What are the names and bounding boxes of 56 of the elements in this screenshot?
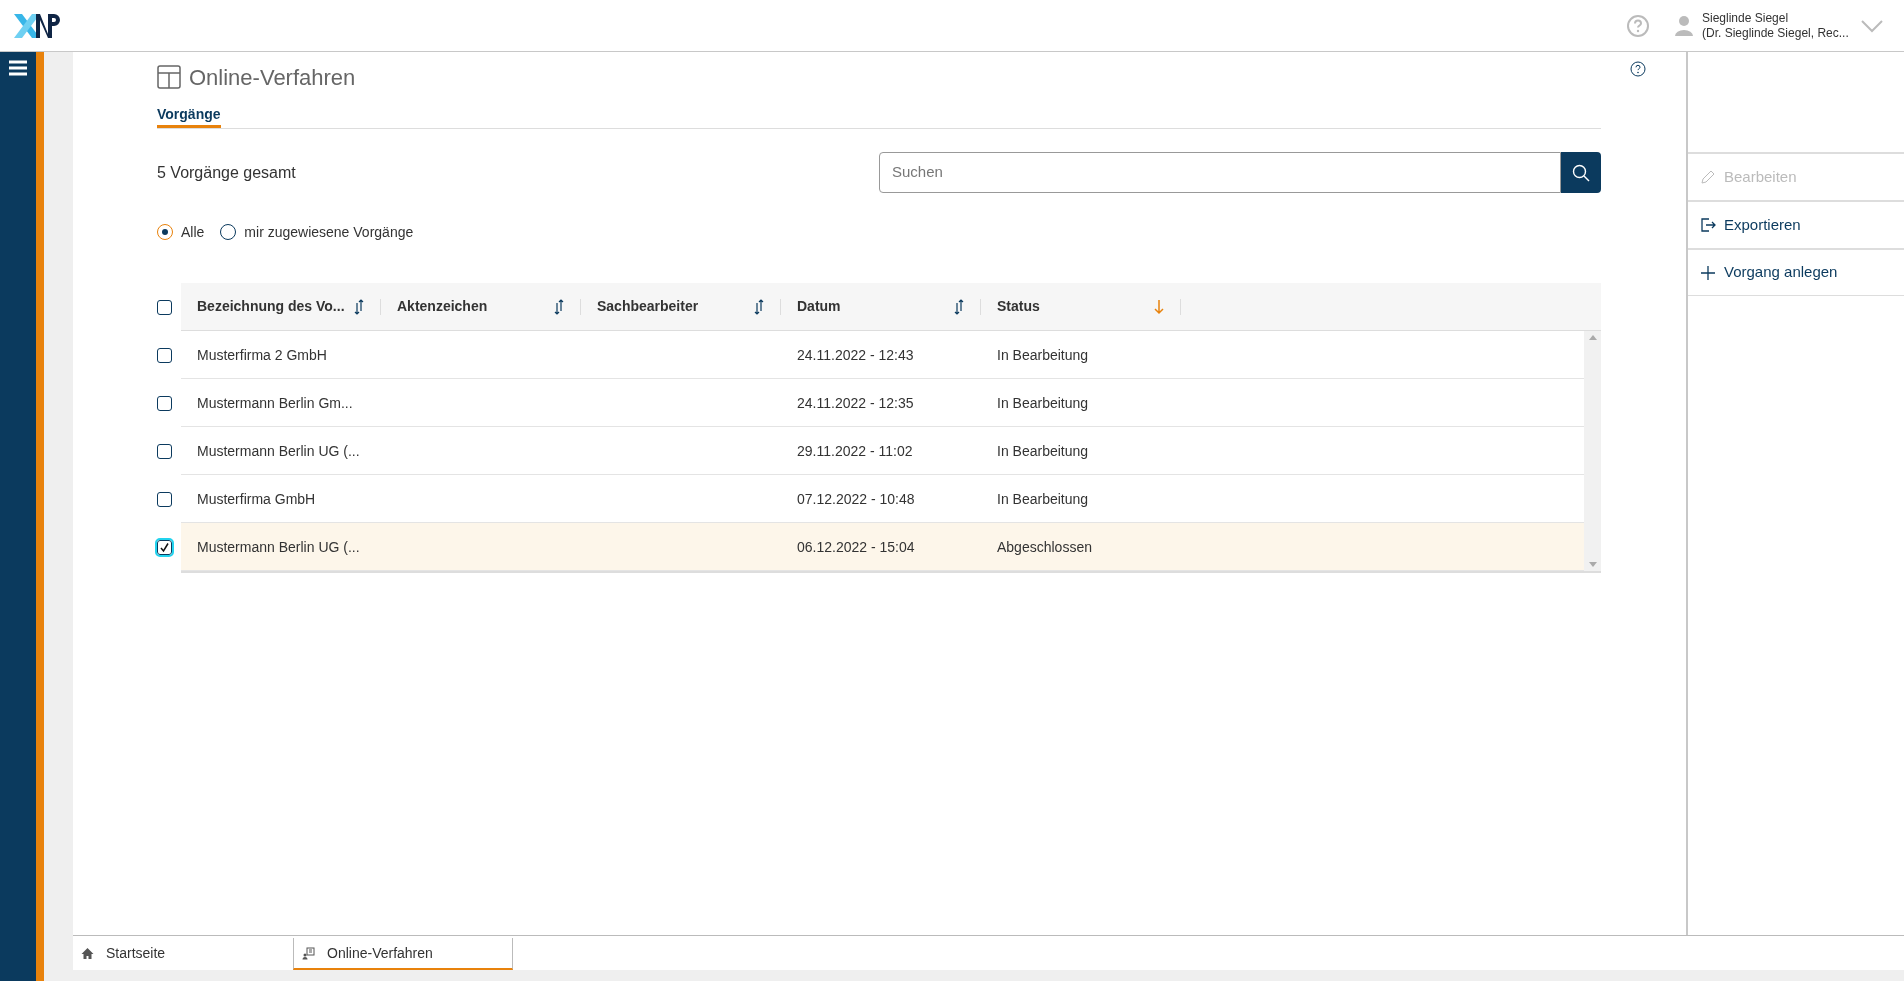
- table-cell: Mustermann Berlin UG (...: [197, 442, 360, 459]
- bottom-tab[interactable]: Online-Verfahren: [293, 938, 513, 970]
- export-icon: [1700, 217, 1716, 233]
- table-row[interactable]: Mustermann Berlin UG (... 06.12.2022 - 15:04 Abgeschlossen: [181, 523, 1584, 571]
- table-layout-icon: [157, 65, 181, 89]
- checkbox[interactable]: [157, 443, 172, 459]
- search-field[interactable]: Suchen: [879, 152, 1561, 193]
- checkbox[interactable]: [157, 539, 172, 555]
- table-cell: In Bearbeitung: [997, 442, 1089, 459]
- table-cell: 29.11.2022 - 11:02: [797, 442, 913, 459]
- table-cell: 06.12.2022 - 15:04: [797, 538, 915, 555]
- user-icon: [1674, 14, 1694, 37]
- sort-icon: [954, 298, 964, 315]
- page-title: Online-Verfahren: [189, 63, 356, 92]
- table-cell: Musterfirma GmbH: [197, 490, 316, 507]
- checkbox[interactable]: [157, 299, 172, 315]
- action-button[interactable]: Vorgang anlegen: [1688, 248, 1904, 296]
- column-header[interactable]: Status: [997, 296, 1040, 317]
- tab[interactable]: Vorgänge: [157, 104, 221, 128]
- column-header[interactable]: Datum: [797, 296, 841, 317]
- logo: [12, 11, 60, 40]
- column-header[interactable]: Sachbearbeiter: [597, 296, 699, 317]
- plus-icon: [1700, 264, 1716, 281]
- sort-icon: [554, 298, 564, 315]
- column-header[interactable]: Bezeichnung des Vo...: [197, 296, 345, 317]
- table-cell: Mustermann Berlin Gm...: [197, 394, 353, 411]
- table-cell: In Bearbeitung: [997, 490, 1089, 507]
- pencil-icon: [1700, 169, 1716, 185]
- checkbox[interactable]: [157, 347, 172, 363]
- user-detail: (Dr. Sieglinde Siegel, Rec...: [1702, 25, 1850, 41]
- record-count: 5 Vorgänge gesamt: [157, 162, 296, 183]
- home-icon: [81, 946, 94, 960]
- sort-down-icon: [1154, 298, 1164, 315]
- form-icon: [302, 946, 315, 960]
- search-icon: [1572, 163, 1590, 182]
- table-cell: Abgeschlossen: [997, 538, 1092, 555]
- sort-icon: [754, 298, 764, 315]
- search-button[interactable]: [1561, 152, 1601, 193]
- menu-icon[interactable]: [9, 60, 27, 76]
- table-cell: 24.11.2022 - 12:35: [797, 394, 914, 411]
- column-header[interactable]: Aktenzeichen: [397, 296, 488, 317]
- sort-icon: [354, 298, 364, 315]
- radio-label: Alle: [181, 222, 205, 242]
- table-cell: 07.12.2022 - 10:48: [797, 490, 915, 507]
- table-cell: In Bearbeitung: [997, 394, 1089, 411]
- radio-label: mir zugewiesene Vorgänge: [244, 222, 414, 242]
- checkmark-icon: [159, 541, 170, 553]
- action-button[interactable]: Exportieren: [1688, 200, 1904, 248]
- table-cell: Musterfirma 2 GmbH: [197, 346, 327, 363]
- checkbox[interactable]: [157, 395, 172, 411]
- help-icon[interactable]: [1630, 61, 1646, 77]
- table-cell: 24.11.2022 - 12:43: [797, 346, 914, 363]
- checkbox[interactable]: [157, 491, 172, 507]
- user-name: Sieglinde Siegel: [1702, 10, 1790, 26]
- table-cell: Mustermann Berlin UG (...: [197, 538, 360, 555]
- table-cell: In Bearbeitung: [997, 346, 1089, 363]
